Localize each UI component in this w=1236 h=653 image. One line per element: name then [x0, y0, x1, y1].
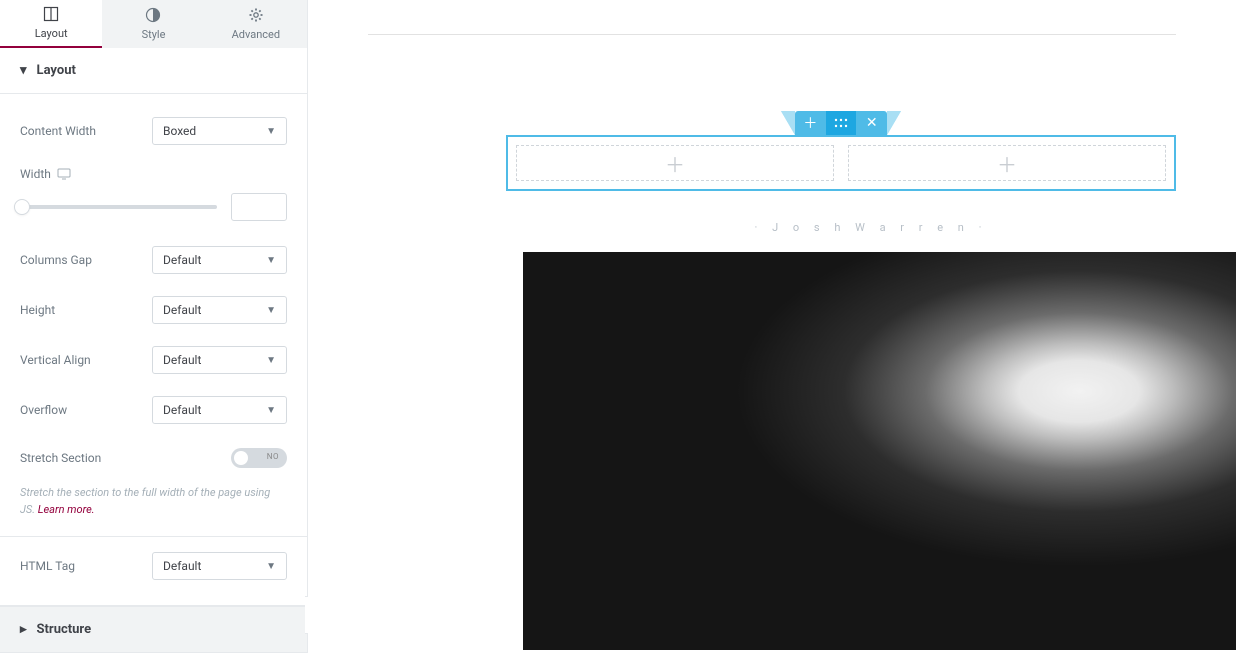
chevron-down-icon: ▼ — [266, 255, 276, 266]
select-value: Default — [163, 253, 201, 267]
label-vertical-align: Vertical Align — [20, 353, 91, 367]
label-stretch-section: Stretch Section — [20, 451, 101, 465]
section[interactable]: ＋ ＋ — [506, 135, 1176, 191]
select-value: Boxed — [163, 124, 196, 138]
width-input[interactable] — [231, 193, 287, 221]
tab-advanced[interactable]: Advanced — [205, 0, 307, 48]
caret-right-icon: ▸ — [20, 622, 27, 637]
panel-title: Structure — [37, 622, 92, 637]
chevron-down-icon: ▼ — [266, 561, 276, 572]
layout-controls-2: HTML Tag Default ▼ — [0, 537, 307, 606]
caret-down-icon: ▾ — [20, 63, 27, 78]
tabs-bar: Layout Style Advanced — [0, 0, 307, 48]
plus-icon: ＋ — [665, 149, 685, 178]
row-vertical-align: Vertical Align Default ▼ — [20, 335, 287, 385]
content-image — [523, 252, 1236, 650]
grip-icon — [834, 118, 848, 128]
edit-section-button[interactable] — [826, 111, 857, 135]
row-overflow: Overflow Default ▼ — [20, 385, 287, 435]
label-columns-gap: Columns Gap — [20, 253, 92, 267]
row-html-tag: HTML Tag Default ▼ — [20, 541, 287, 591]
chevron-down-icon: ▼ — [266, 355, 276, 366]
select-value: Default — [163, 353, 201, 367]
width-slider[interactable] — [20, 205, 217, 209]
editor-canvas: ＋ ✕ ＋ ＋ · J o s h W a r r e n · — [308, 0, 1236, 653]
stretch-help-text: Stretch the section to the full width of… — [20, 481, 287, 518]
width-slider-wrap — [20, 193, 287, 221]
label-width: Width — [20, 167, 71, 181]
section-wrapper: ＋ ✕ ＋ ＋ — [506, 111, 1176, 191]
label-html-tag: HTML Tag — [20, 559, 75, 573]
tab-label: Layout — [35, 27, 68, 40]
chevron-down-icon: ▼ — [266, 305, 276, 316]
layout-controls: Content Width Boxed ▼ Width Columns Gap … — [0, 94, 307, 537]
row-width: Width — [20, 156, 287, 235]
select-vertical-align[interactable]: Default ▼ — [152, 346, 287, 374]
select-content-width[interactable]: Boxed ▼ — [152, 117, 287, 145]
label-overflow: Overflow — [20, 403, 67, 417]
desktop-icon[interactable] — [57, 168, 71, 180]
select-value: Default — [163, 303, 201, 317]
panel-header-structure[interactable]: ▸ Structure — [0, 606, 307, 653]
image-caption: · J o s h W a r r e n · — [506, 221, 1236, 234]
chevron-down-icon: ▼ — [266, 405, 276, 416]
delete-section-button[interactable]: ✕ — [856, 111, 887, 135]
contrast-icon — [145, 7, 161, 23]
toggle-stretch-section[interactable]: NO — [231, 448, 287, 468]
plus-icon: ＋ — [803, 113, 817, 133]
column-2-add[interactable]: ＋ — [848, 145, 1166, 181]
select-columns-gap[interactable]: Default ▼ — [152, 246, 287, 274]
row-height: Height Default ▼ — [20, 285, 287, 335]
toggle-state: NO — [267, 452, 279, 461]
panel-title: Layout — [37, 63, 76, 78]
section-handle: ＋ ✕ — [795, 111, 887, 135]
tab-style[interactable]: Style — [102, 0, 204, 48]
tab-label: Advanced — [232, 28, 280, 41]
select-height[interactable]: Default ▼ — [152, 296, 287, 324]
tab-layout[interactable]: Layout — [0, 0, 102, 49]
add-section-button[interactable]: ＋ — [795, 111, 826, 135]
tab-label: Style — [142, 28, 166, 41]
learn-more-link[interactable]: Learn more. — [38, 503, 95, 516]
layout-icon — [43, 6, 59, 22]
plus-icon: ＋ — [997, 149, 1017, 178]
row-content-width: Content Width Boxed ▼ — [20, 106, 287, 156]
select-overflow[interactable]: Default ▼ — [152, 396, 287, 424]
toggle-knob — [234, 451, 248, 465]
label-content-width: Content Width — [20, 124, 96, 138]
row-stretch-section: Stretch Section NO — [20, 435, 287, 481]
select-html-tag[interactable]: Default ▼ — [152, 552, 287, 580]
chevron-down-icon: ▼ — [266, 126, 276, 137]
select-value: Default — [163, 559, 201, 573]
slider-thumb[interactable] — [14, 199, 30, 215]
editor-sidebar: Layout Style Advanced ▾ Layout Content W… — [0, 0, 308, 653]
gear-icon — [248, 7, 264, 23]
label-height: Height — [20, 303, 55, 317]
select-value: Default — [163, 403, 201, 417]
divider — [368, 34, 1176, 35]
column-1-add[interactable]: ＋ — [516, 145, 834, 181]
panel-header-layout[interactable]: ▾ Layout — [0, 48, 307, 94]
row-columns-gap: Columns Gap Default ▼ — [20, 235, 287, 285]
close-icon: ✕ — [866, 115, 878, 131]
